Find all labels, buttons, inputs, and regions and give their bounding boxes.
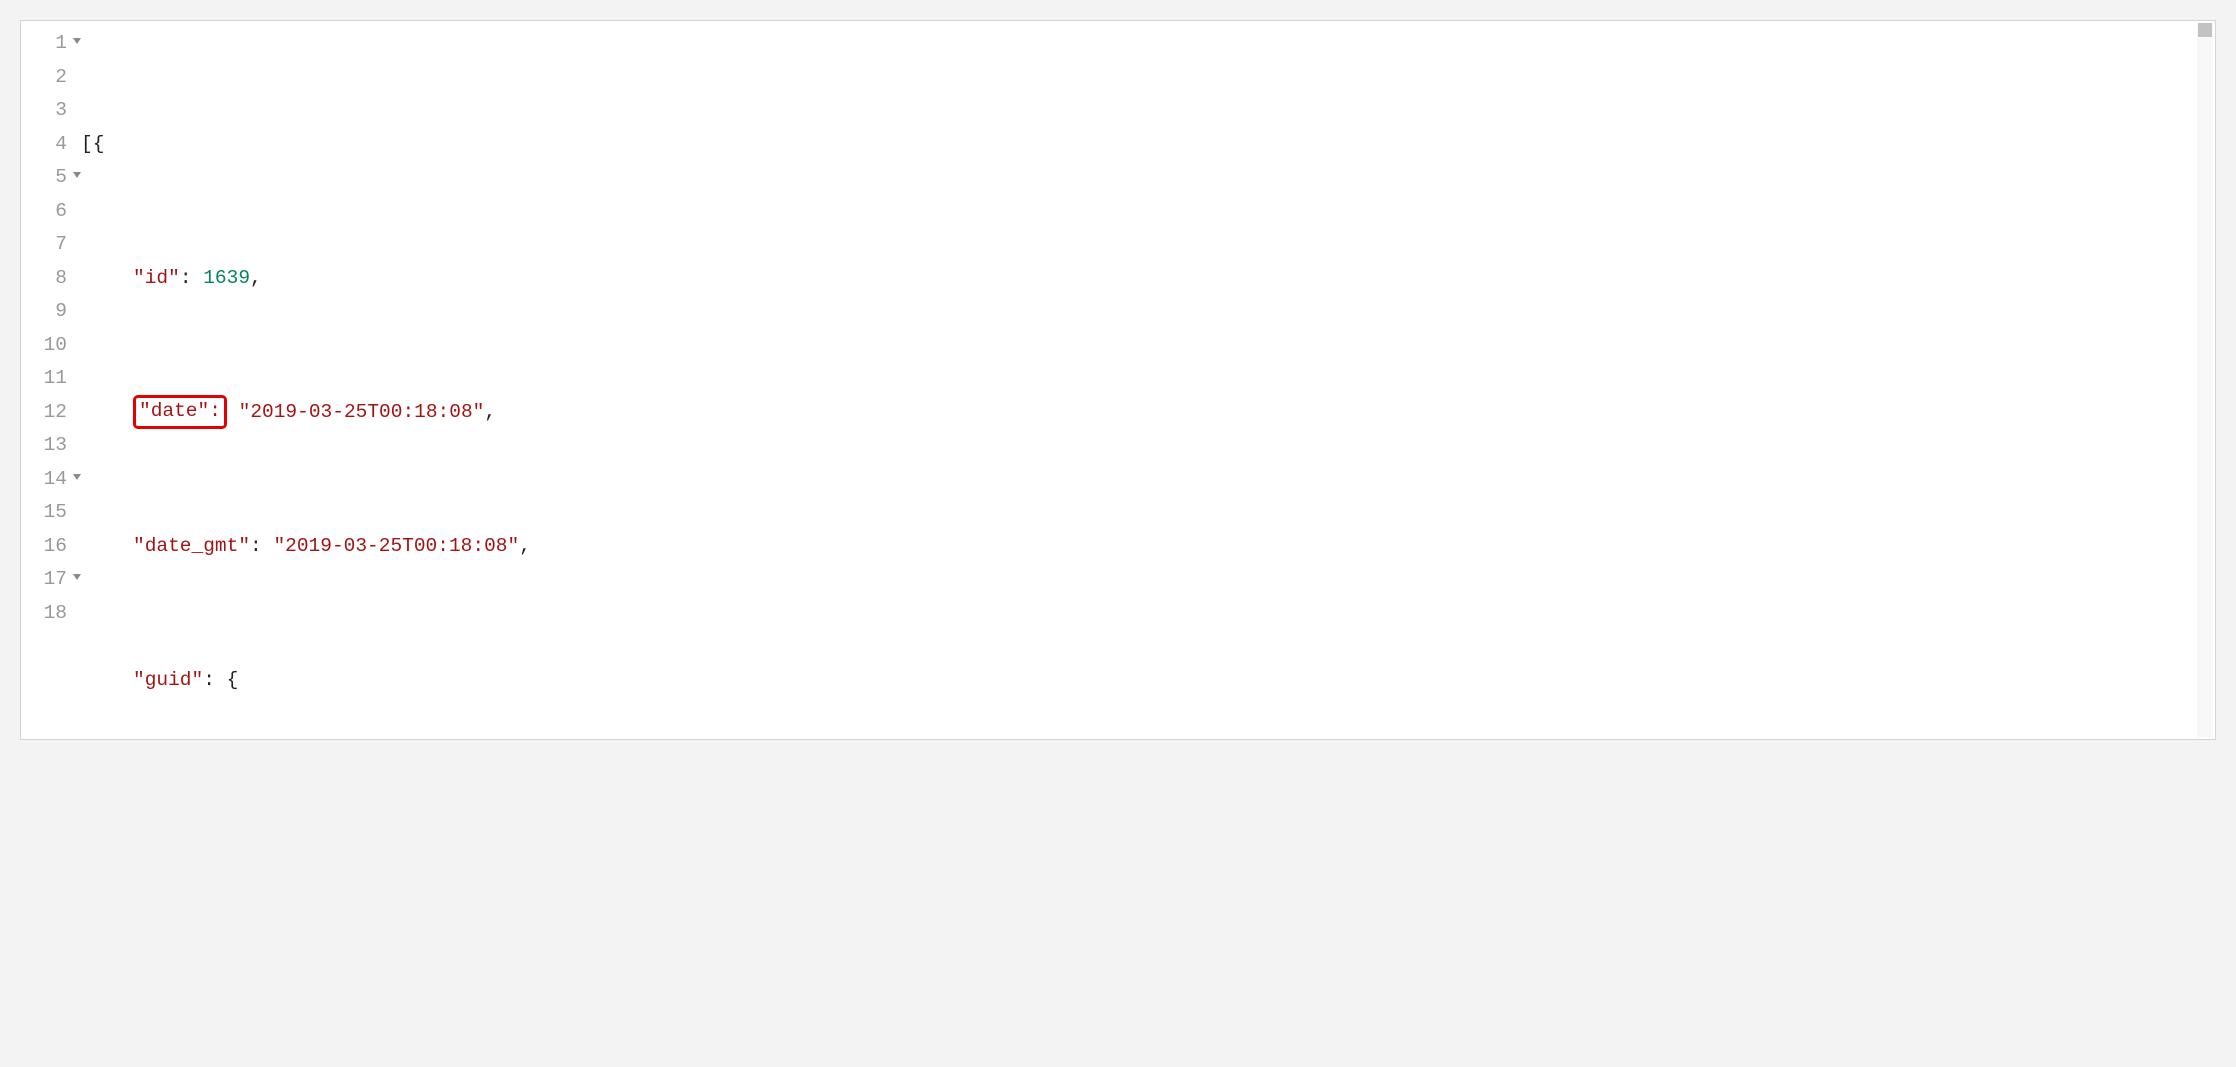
line-number: 10 — [21, 329, 67, 363]
line-number: 5 — [21, 161, 67, 195]
line-gutter: 123456789101112131415161718 — [21, 21, 77, 739]
line-number: 13 — [21, 429, 67, 463]
json-editor: 123456789101112131415161718 [{ "id": 163… — [20, 20, 2216, 740]
bracket-open: [{ — [81, 133, 104, 155]
line-number: 6 — [21, 195, 67, 229]
line-number: 14 — [21, 463, 67, 497]
line-number: 8 — [21, 262, 67, 296]
line-number: 18 — [21, 597, 67, 631]
code-line: "id": 1639, — [81, 262, 2185, 296]
line-number: 16 — [21, 530, 67, 564]
line-number: 12 — [21, 396, 67, 430]
code-line: "date_gmt": "2019-03-25T00:18:08", — [81, 530, 2185, 564]
highlight-date: "date": — [133, 395, 227, 429]
line-number: 7 — [21, 228, 67, 262]
fold-icon[interactable] — [73, 474, 81, 480]
line-number: 9 — [21, 295, 67, 329]
code-area[interactable]: 123456789101112131415161718 [{ "id": 163… — [21, 21, 2215, 739]
line-number: 1 — [21, 27, 67, 61]
json-key-guid: "guid" — [133, 669, 203, 691]
fold-icon[interactable] — [73, 38, 81, 44]
code-line: [{ — [81, 128, 2185, 162]
json-number: 1639 — [203, 267, 250, 289]
scrollbar-thumb[interactable] — [2198, 23, 2212, 37]
code-content[interactable]: [{ "id": 1639, "date": "2019-03-25T00:18… — [77, 21, 2215, 739]
line-number: 11 — [21, 362, 67, 396]
line-number: 17 — [21, 563, 67, 597]
json-string: "2019-03-25T00:18:08" — [273, 535, 519, 557]
fold-icon[interactable] — [73, 172, 81, 178]
line-number: 3 — [21, 94, 67, 128]
line-number: 4 — [21, 128, 67, 162]
line-number: 2 — [21, 61, 67, 95]
fold-icon[interactable] — [73, 574, 81, 580]
scrollbar-track[interactable] — [2197, 23, 2213, 737]
line-number: 15 — [21, 496, 67, 530]
json-key-id: "id" — [133, 267, 180, 289]
json-key-date-gmt: "date_gmt" — [133, 535, 250, 557]
code-line: "guid": { — [81, 664, 2185, 698]
code-line: "date": "2019-03-25T00:18:08", — [81, 396, 2185, 430]
json-string: "2019-03-25T00:18:08" — [239, 401, 485, 423]
